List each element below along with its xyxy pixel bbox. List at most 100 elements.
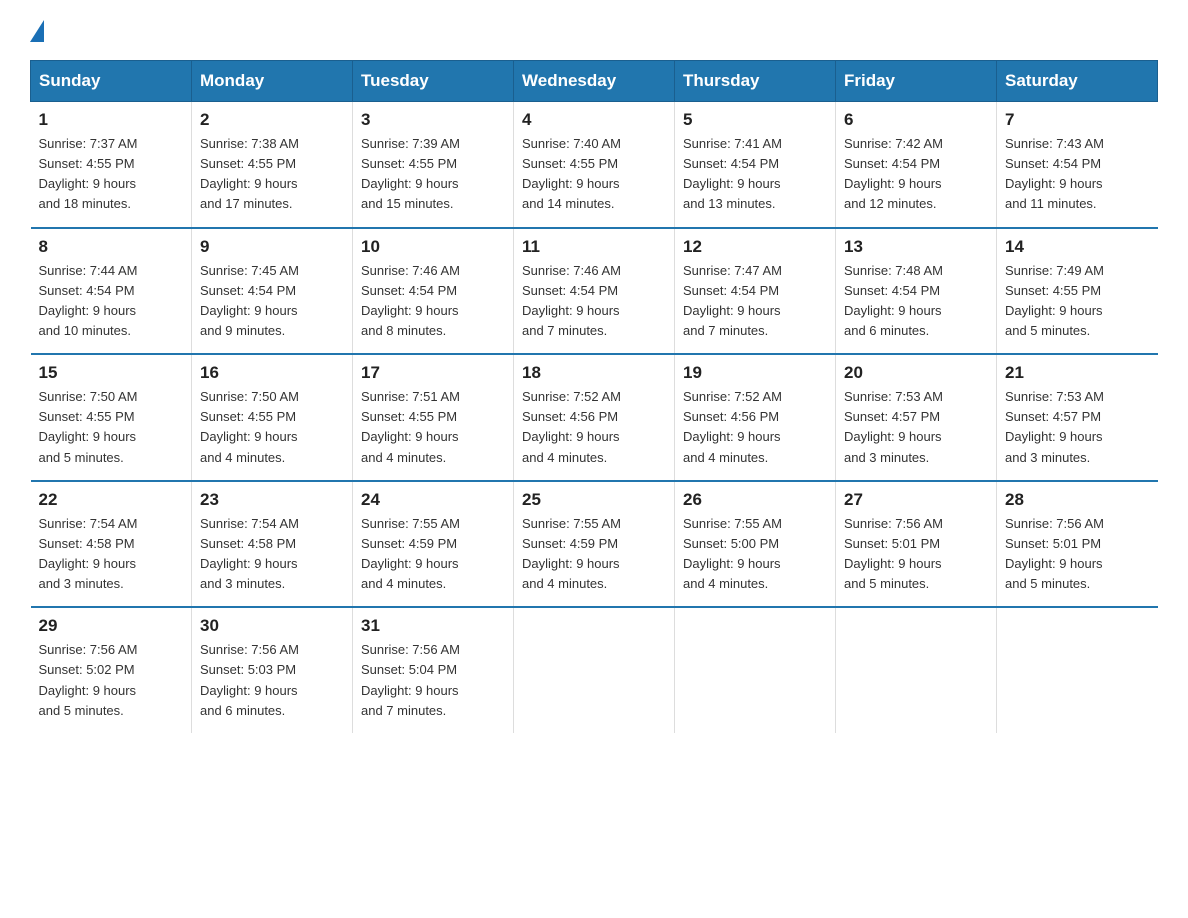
calendar-week-2: 8 Sunrise: 7:44 AM Sunset: 4:54 PM Dayli… xyxy=(31,228,1158,355)
day-number: 30 xyxy=(200,616,344,636)
day-number: 18 xyxy=(522,363,666,383)
day-info: Sunrise: 7:56 AM Sunset: 5:02 PM Dayligh… xyxy=(39,642,138,717)
calendar-cell: 25 Sunrise: 7:55 AM Sunset: 4:59 PM Dayl… xyxy=(514,481,675,608)
day-number: 9 xyxy=(200,237,344,257)
calendar-cell: 10 Sunrise: 7:46 AM Sunset: 4:54 PM Dayl… xyxy=(353,228,514,355)
calendar-cell: 7 Sunrise: 7:43 AM Sunset: 4:54 PM Dayli… xyxy=(997,102,1158,228)
day-number: 22 xyxy=(39,490,184,510)
day-info: Sunrise: 7:46 AM Sunset: 4:54 PM Dayligh… xyxy=(361,263,460,338)
day-info: Sunrise: 7:52 AM Sunset: 4:56 PM Dayligh… xyxy=(683,389,782,464)
day-info: Sunrise: 7:56 AM Sunset: 5:03 PM Dayligh… xyxy=(200,642,299,717)
day-info: Sunrise: 7:56 AM Sunset: 5:04 PM Dayligh… xyxy=(361,642,460,717)
weekday-header-sunday: Sunday xyxy=(31,61,192,102)
day-number: 8 xyxy=(39,237,184,257)
calendar-cell xyxy=(836,607,997,733)
weekday-header-wednesday: Wednesday xyxy=(514,61,675,102)
weekday-header-tuesday: Tuesday xyxy=(353,61,514,102)
calendar-cell: 8 Sunrise: 7:44 AM Sunset: 4:54 PM Dayli… xyxy=(31,228,192,355)
day-info: Sunrise: 7:53 AM Sunset: 4:57 PM Dayligh… xyxy=(1005,389,1104,464)
day-info: Sunrise: 7:50 AM Sunset: 4:55 PM Dayligh… xyxy=(200,389,299,464)
calendar-week-4: 22 Sunrise: 7:54 AM Sunset: 4:58 PM Dayl… xyxy=(31,481,1158,608)
day-number: 5 xyxy=(683,110,827,130)
calendar-cell: 3 Sunrise: 7:39 AM Sunset: 4:55 PM Dayli… xyxy=(353,102,514,228)
calendar-cell: 14 Sunrise: 7:49 AM Sunset: 4:55 PM Dayl… xyxy=(997,228,1158,355)
weekday-header-friday: Friday xyxy=(836,61,997,102)
logo-triangle-icon xyxy=(30,20,44,42)
day-number: 10 xyxy=(361,237,505,257)
day-info: Sunrise: 7:56 AM Sunset: 5:01 PM Dayligh… xyxy=(844,516,943,591)
day-number: 21 xyxy=(1005,363,1150,383)
calendar-cell: 13 Sunrise: 7:48 AM Sunset: 4:54 PM Dayl… xyxy=(836,228,997,355)
calendar-cell: 12 Sunrise: 7:47 AM Sunset: 4:54 PM Dayl… xyxy=(675,228,836,355)
day-info: Sunrise: 7:53 AM Sunset: 4:57 PM Dayligh… xyxy=(844,389,943,464)
calendar-cell: 9 Sunrise: 7:45 AM Sunset: 4:54 PM Dayli… xyxy=(192,228,353,355)
calendar-week-3: 15 Sunrise: 7:50 AM Sunset: 4:55 PM Dayl… xyxy=(31,354,1158,481)
day-number: 20 xyxy=(844,363,988,383)
day-number: 7 xyxy=(1005,110,1150,130)
day-info: Sunrise: 7:55 AM Sunset: 4:59 PM Dayligh… xyxy=(522,516,621,591)
day-number: 13 xyxy=(844,237,988,257)
logo xyxy=(30,20,44,40)
page-header xyxy=(30,20,1158,40)
day-info: Sunrise: 7:38 AM Sunset: 4:55 PM Dayligh… xyxy=(200,136,299,211)
day-info: Sunrise: 7:49 AM Sunset: 4:55 PM Dayligh… xyxy=(1005,263,1104,338)
day-number: 19 xyxy=(683,363,827,383)
day-number: 25 xyxy=(522,490,666,510)
calendar-week-5: 29 Sunrise: 7:56 AM Sunset: 5:02 PM Dayl… xyxy=(31,607,1158,733)
calendar-cell: 31 Sunrise: 7:56 AM Sunset: 5:04 PM Dayl… xyxy=(353,607,514,733)
calendar-week-1: 1 Sunrise: 7:37 AM Sunset: 4:55 PM Dayli… xyxy=(31,102,1158,228)
calendar-cell: 21 Sunrise: 7:53 AM Sunset: 4:57 PM Dayl… xyxy=(997,354,1158,481)
day-number: 23 xyxy=(200,490,344,510)
calendar-cell xyxy=(514,607,675,733)
weekday-header-thursday: Thursday xyxy=(675,61,836,102)
calendar-cell: 26 Sunrise: 7:55 AM Sunset: 5:00 PM Dayl… xyxy=(675,481,836,608)
day-number: 2 xyxy=(200,110,344,130)
calendar-cell: 30 Sunrise: 7:56 AM Sunset: 5:03 PM Dayl… xyxy=(192,607,353,733)
weekday-header-saturday: Saturday xyxy=(997,61,1158,102)
calendar-header: SundayMondayTuesdayWednesdayThursdayFrid… xyxy=(31,61,1158,102)
day-number: 27 xyxy=(844,490,988,510)
day-number: 15 xyxy=(39,363,184,383)
calendar-cell: 11 Sunrise: 7:46 AM Sunset: 4:54 PM Dayl… xyxy=(514,228,675,355)
calendar-cell: 15 Sunrise: 7:50 AM Sunset: 4:55 PM Dayl… xyxy=(31,354,192,481)
calendar-cell: 16 Sunrise: 7:50 AM Sunset: 4:55 PM Dayl… xyxy=(192,354,353,481)
day-info: Sunrise: 7:40 AM Sunset: 4:55 PM Dayligh… xyxy=(522,136,621,211)
day-number: 29 xyxy=(39,616,184,636)
day-info: Sunrise: 7:55 AM Sunset: 4:59 PM Dayligh… xyxy=(361,516,460,591)
day-info: Sunrise: 7:43 AM Sunset: 4:54 PM Dayligh… xyxy=(1005,136,1104,211)
day-number: 26 xyxy=(683,490,827,510)
weekday-header-monday: Monday xyxy=(192,61,353,102)
calendar-table: SundayMondayTuesdayWednesdayThursdayFrid… xyxy=(30,60,1158,733)
day-info: Sunrise: 7:54 AM Sunset: 4:58 PM Dayligh… xyxy=(200,516,299,591)
calendar-cell xyxy=(997,607,1158,733)
day-number: 24 xyxy=(361,490,505,510)
calendar-cell: 2 Sunrise: 7:38 AM Sunset: 4:55 PM Dayli… xyxy=(192,102,353,228)
calendar-cell: 20 Sunrise: 7:53 AM Sunset: 4:57 PM Dayl… xyxy=(836,354,997,481)
calendar-cell xyxy=(675,607,836,733)
calendar-cell: 23 Sunrise: 7:54 AM Sunset: 4:58 PM Dayl… xyxy=(192,481,353,608)
day-info: Sunrise: 7:47 AM Sunset: 4:54 PM Dayligh… xyxy=(683,263,782,338)
day-number: 28 xyxy=(1005,490,1150,510)
day-number: 6 xyxy=(844,110,988,130)
day-info: Sunrise: 7:45 AM Sunset: 4:54 PM Dayligh… xyxy=(200,263,299,338)
calendar-cell: 29 Sunrise: 7:56 AM Sunset: 5:02 PM Dayl… xyxy=(31,607,192,733)
calendar-cell: 1 Sunrise: 7:37 AM Sunset: 4:55 PM Dayli… xyxy=(31,102,192,228)
day-info: Sunrise: 7:48 AM Sunset: 4:54 PM Dayligh… xyxy=(844,263,943,338)
calendar-cell: 24 Sunrise: 7:55 AM Sunset: 4:59 PM Dayl… xyxy=(353,481,514,608)
day-number: 4 xyxy=(522,110,666,130)
calendar-cell: 18 Sunrise: 7:52 AM Sunset: 4:56 PM Dayl… xyxy=(514,354,675,481)
day-number: 11 xyxy=(522,237,666,257)
calendar-cell: 6 Sunrise: 7:42 AM Sunset: 4:54 PM Dayli… xyxy=(836,102,997,228)
calendar-body: 1 Sunrise: 7:37 AM Sunset: 4:55 PM Dayli… xyxy=(31,102,1158,733)
day-info: Sunrise: 7:55 AM Sunset: 5:00 PM Dayligh… xyxy=(683,516,782,591)
day-info: Sunrise: 7:41 AM Sunset: 4:54 PM Dayligh… xyxy=(683,136,782,211)
calendar-cell: 28 Sunrise: 7:56 AM Sunset: 5:01 PM Dayl… xyxy=(997,481,1158,608)
day-info: Sunrise: 7:39 AM Sunset: 4:55 PM Dayligh… xyxy=(361,136,460,211)
day-number: 1 xyxy=(39,110,184,130)
day-info: Sunrise: 7:54 AM Sunset: 4:58 PM Dayligh… xyxy=(39,516,138,591)
day-number: 3 xyxy=(361,110,505,130)
day-info: Sunrise: 7:42 AM Sunset: 4:54 PM Dayligh… xyxy=(844,136,943,211)
day-info: Sunrise: 7:51 AM Sunset: 4:55 PM Dayligh… xyxy=(361,389,460,464)
calendar-cell: 5 Sunrise: 7:41 AM Sunset: 4:54 PM Dayli… xyxy=(675,102,836,228)
calendar-cell: 19 Sunrise: 7:52 AM Sunset: 4:56 PM Dayl… xyxy=(675,354,836,481)
